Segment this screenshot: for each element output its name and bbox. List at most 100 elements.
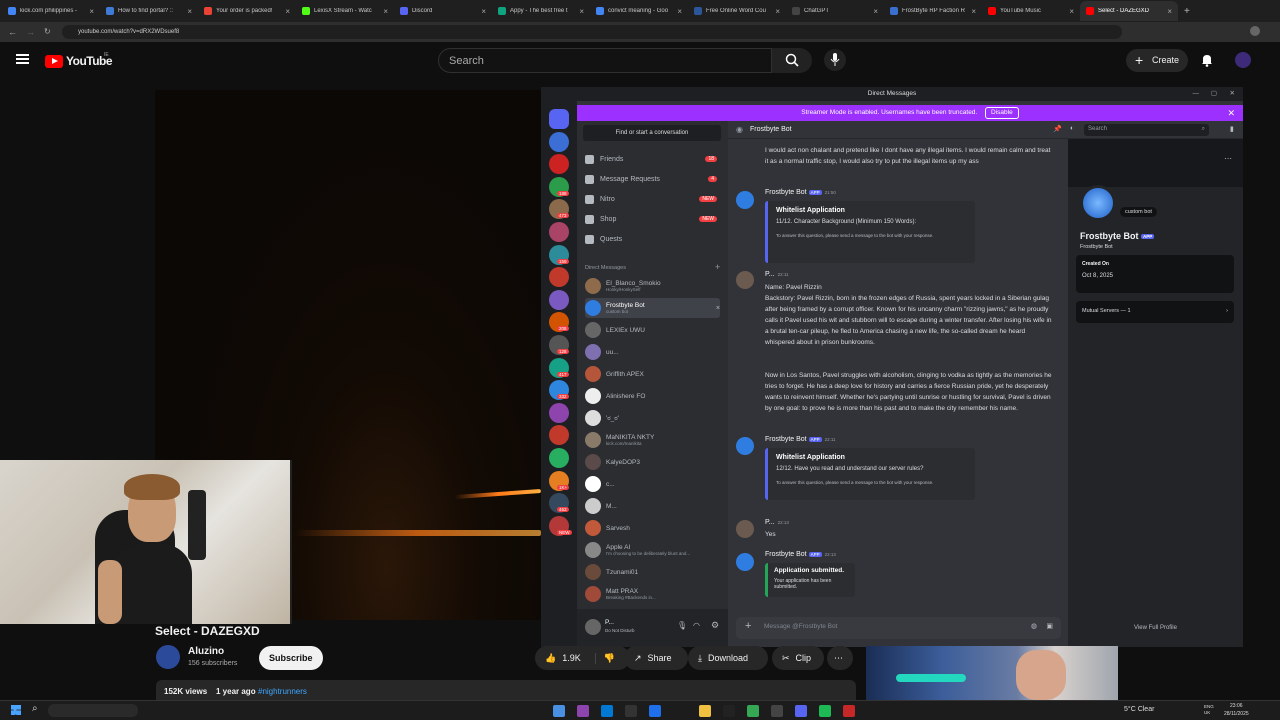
- server-icon[interactable]: [549, 425, 569, 446]
- recommended-video-thumbnail[interactable]: [866, 646, 1118, 700]
- share-button[interactable]: ↗ Share: [624, 646, 688, 670]
- tab-close-icon[interactable]: ×: [873, 7, 878, 16]
- notifications-bell-icon[interactable]: [1200, 53, 1214, 67]
- dm-item[interactable]: uu...: [585, 342, 720, 362]
- dm-item[interactable]: M...: [585, 496, 720, 516]
- dm-item[interactable]: Alinishere FO: [585, 386, 720, 406]
- dm-item[interactable]: El_Blanco_Smokio Honky/HonkySelf: [585, 276, 720, 296]
- tab-close-icon[interactable]: ×: [383, 7, 388, 16]
- app-icon[interactable]: [843, 705, 855, 717]
- server-icon[interactable]: [549, 289, 569, 310]
- channel-avatar[interactable]: [156, 645, 180, 669]
- new-dm-plus-icon[interactable]: +: [715, 262, 720, 272]
- language-indicator[interactable]: ENG UK: [1204, 704, 1218, 716]
- search-input[interactable]: Search: [438, 48, 772, 73]
- menu-icon[interactable]: [16, 54, 29, 56]
- voice-search-button[interactable]: [824, 49, 846, 71]
- more-options-icon[interactable]: ⋯: [1224, 154, 1232, 163]
- window-close-icon[interactable]: ✕: [1230, 87, 1235, 101]
- dm-item[interactable]: c...: [585, 474, 720, 494]
- capcut-icon[interactable]: [723, 705, 735, 717]
- terminal-icon[interactable]: [625, 705, 637, 717]
- weather-text[interactable]: 5°C Clear: [1124, 706, 1154, 713]
- clock-time[interactable]: 23:06: [1230, 703, 1243, 709]
- start-windows-icon[interactable]: [11, 705, 21, 715]
- headset-icon[interactable]: ◠: [693, 621, 700, 630]
- browser-tab[interactable]: Your order is packed! ×: [198, 1, 296, 21]
- store-icon[interactable]: [601, 705, 613, 717]
- create-button[interactable]: + Create: [1126, 49, 1188, 72]
- dm-item[interactable]: Apple AI I'm choosing to be deliberately …: [585, 540, 720, 560]
- banner-close-icon[interactable]: ✕: [1227, 105, 1235, 121]
- tab-close-icon[interactable]: ×: [1167, 7, 1172, 16]
- search-button[interactable]: [772, 48, 812, 73]
- sticker-icon[interactable]: ▣: [1046, 622, 1053, 630]
- reload-icon[interactable]: ↻: [44, 27, 51, 36]
- description-box[interactable]: 152K views 1 year ago #nightrunners: [156, 680, 856, 700]
- tab-close-icon[interactable]: ×: [481, 7, 486, 16]
- copilot-icon[interactable]: [577, 705, 589, 717]
- server-icon[interactable]: [549, 448, 569, 468]
- dm-item[interactable]: Griffith APEX: [585, 364, 720, 384]
- dm-close-icon[interactable]: ×: [716, 305, 720, 312]
- maximize-icon[interactable]: ▢: [1211, 87, 1217, 101]
- url-field[interactable]: youtube.com/watch?v=dRX2WDsuef8: [62, 25, 1122, 39]
- channel-name[interactable]: Aluzino: [188, 646, 224, 657]
- message-input[interactable]: + Message @Frostbyte Bot ◍ ▣: [736, 617, 1061, 639]
- spotify-icon[interactable]: [819, 705, 831, 717]
- clip-button[interactable]: ✂ Clip: [772, 646, 824, 670]
- pin-icon[interactable]: 📌: [1053, 125, 1062, 133]
- nav-item-friends[interactable]: Friends 18: [585, 151, 717, 167]
- tab-close-icon[interactable]: ×: [775, 7, 780, 16]
- discord-home-icon[interactable]: [549, 109, 569, 129]
- tab-close-icon[interactable]: ×: [1069, 7, 1074, 16]
- dm-item[interactable]: Sarvesh: [585, 518, 720, 538]
- browser-tab[interactable]: How to find portal? :: ×: [100, 1, 198, 21]
- server-icon[interactable]: [549, 402, 569, 423]
- like-count[interactable]: 1.9K: [562, 653, 581, 663]
- browser-tab[interactable]: convict meaning - Goo ×: [590, 1, 688, 21]
- browser-tab[interactable]: ChatGPT ×: [786, 1, 884, 21]
- attach-plus-icon[interactable]: +: [745, 620, 751, 632]
- dm-item[interactable]: KalyeDOP3: [585, 452, 720, 472]
- files-icon[interactable]: [553, 705, 565, 717]
- chat-search-input[interactable]: Search ⌕: [1084, 124, 1209, 136]
- settings-gear-icon[interactable]: ⚙: [711, 620, 719, 631]
- like-thumb-icon[interactable]: 👍: [545, 653, 556, 664]
- dm-item[interactable]: LEXIEx UWU: [585, 320, 720, 340]
- browser-tab[interactable]: Appy - The best free t ×: [492, 1, 590, 21]
- minimize-icon[interactable]: —: [1193, 87, 1200, 101]
- app-icon[interactable]: [649, 705, 661, 717]
- clock-date[interactable]: 28/11/2025: [1224, 711, 1249, 717]
- find-conversation-input[interactable]: Find or start a conversation: [583, 125, 721, 141]
- microphone-icon[interactable]: 🎙: [677, 621, 687, 630]
- nav-item-shop[interactable]: Shop NEW: [585, 211, 717, 227]
- browser-tab[interactable]: LexisX Stream - Watc ×: [296, 1, 394, 21]
- download-button[interactable]: ⤓ Download: [688, 646, 768, 670]
- dm-item[interactable]: MaNIKITA NKTY kick.com/manikita: [585, 430, 720, 450]
- nav-item-message-requests[interactable]: Message Requests 4: [585, 171, 717, 187]
- user-profile-icon[interactable]: ◐: [1070, 125, 1074, 132]
- tab-close-icon[interactable]: ×: [579, 7, 584, 16]
- browser-tab[interactable]: YouTube Music ×: [982, 1, 1080, 21]
- new-tab-plus-icon[interactable]: +: [1184, 6, 1190, 17]
- tab-close-icon[interactable]: ×: [971, 7, 976, 16]
- dm-item[interactable]: Matt PRAX Breaking #Backends in...: [585, 584, 720, 604]
- inbox-icon[interactable]: ▮: [1230, 125, 1234, 133]
- mutual-servers-row[interactable]: Mutual Servers — 1 ›: [1076, 301, 1234, 323]
- browser-tab[interactable]: FrostByte RP Faction R ×: [884, 1, 982, 21]
- forward-icon[interactable]: →: [26, 27, 35, 37]
- disable-button[interactable]: Disable: [985, 107, 1019, 119]
- tab-close-icon[interactable]: ×: [187, 7, 192, 16]
- nav-item-nitro[interactable]: Nitro NEW: [585, 191, 717, 207]
- discord-icon[interactable]: [795, 705, 807, 717]
- explorer-icon[interactable]: [699, 705, 711, 717]
- server-icon[interactable]: [549, 131, 569, 152]
- profile-avatar[interactable]: [1250, 26, 1260, 36]
- browser-tab[interactable]: Select - DAZEGXD ×: [1080, 1, 1178, 21]
- dislike-thumb-icon[interactable]: 👎: [594, 652, 615, 664]
- subscribe-button[interactable]: Subscribe: [259, 646, 323, 670]
- browser-tab[interactable]: kick.com philippines - ×: [2, 1, 100, 21]
- youtube-logo-icon[interactable]: [45, 55, 63, 68]
- user-avatar[interactable]: [585, 619, 601, 635]
